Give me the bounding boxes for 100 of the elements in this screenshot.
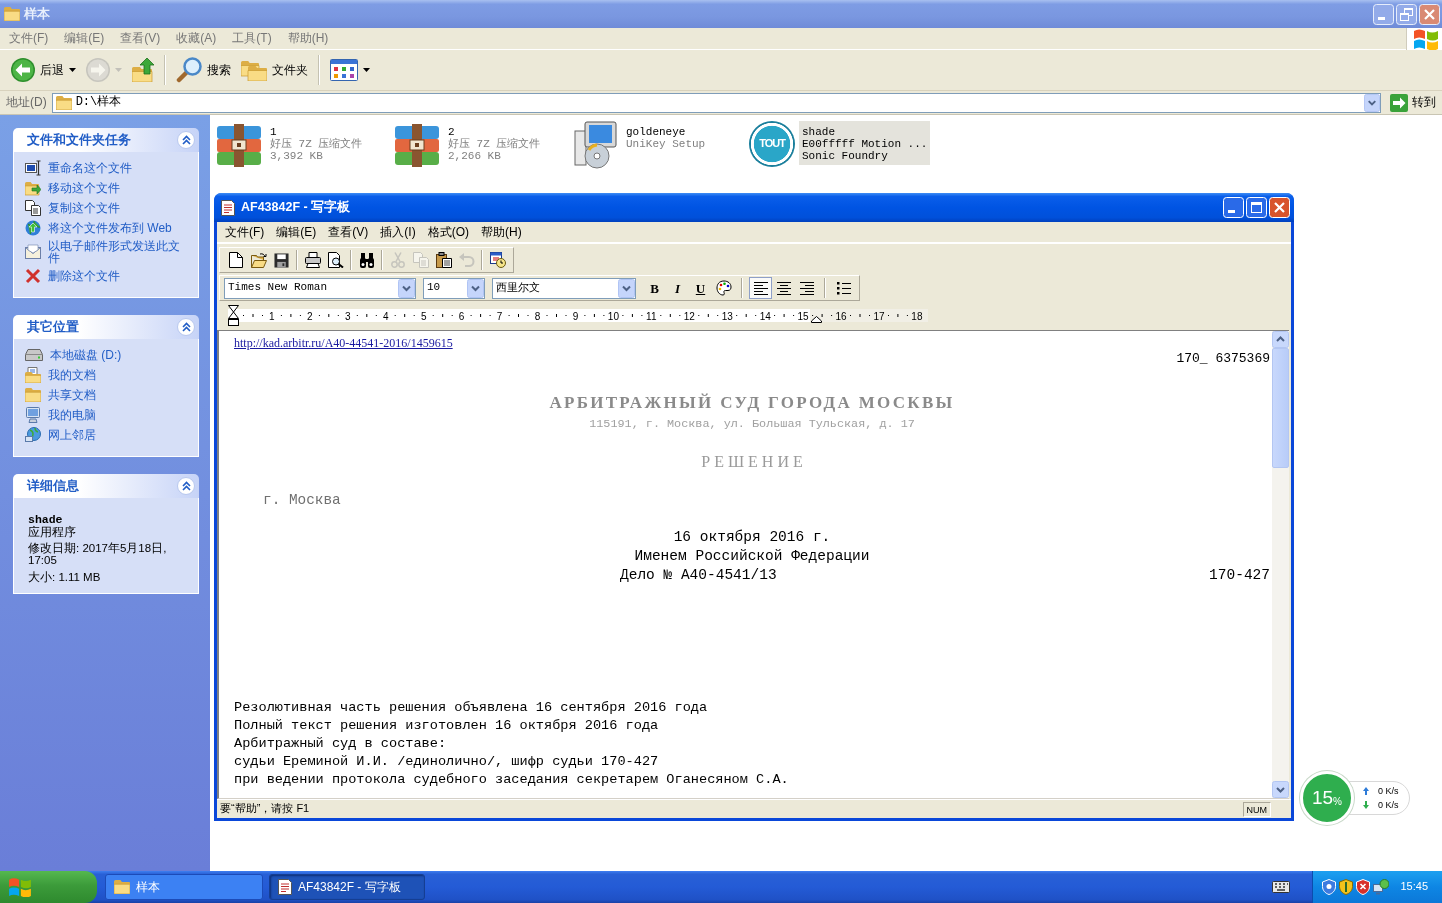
sidebar-link[interactable]: 网上邻居 bbox=[25, 425, 190, 445]
menu-item[interactable]: 文件(F) bbox=[219, 222, 271, 242]
menu-item[interactable]: 收藏(A) bbox=[168, 29, 225, 48]
collapse-button[interactable] bbox=[177, 477, 195, 495]
collapse-button[interactable] bbox=[177, 131, 195, 149]
ruler-number: 13 bbox=[721, 310, 733, 322]
sidebar-link[interactable]: 重命名这个文件 bbox=[25, 158, 190, 178]
file-item[interactable]: goldeneye UniKey Setup bbox=[571, 121, 709, 169]
menu-item[interactable]: 查看(V) bbox=[322, 222, 375, 242]
file-item[interactable]: 2 好压 7Z 压缩文件 2,266 KB bbox=[393, 121, 544, 169]
menu-item[interactable]: 插入(I) bbox=[374, 222, 422, 242]
ruler-number: 8 bbox=[534, 310, 541, 322]
globe-icon bbox=[25, 220, 41, 236]
menu-item[interactable]: 文件(F) bbox=[1, 29, 57, 48]
menu-item[interactable]: 帮助(H) bbox=[475, 222, 528, 242]
underline-button[interactable]: U bbox=[689, 277, 712, 299]
ruler-number: 10 bbox=[607, 310, 619, 322]
folder-icon bbox=[4, 7, 20, 21]
align-center-icon bbox=[775, 280, 792, 296]
case-number: Дело № А40-4541/13 bbox=[620, 566, 777, 585]
archive-icon bbox=[215, 121, 263, 169]
scroll-down-button[interactable] bbox=[1272, 781, 1289, 798]
document-line: Резолютивная часть решения объявлена 16 сентября 2016 года bbox=[234, 699, 708, 717]
network-icon bbox=[25, 427, 41, 443]
sidebar-link[interactable]: 共享文档 bbox=[25, 385, 190, 405]
palette-icon bbox=[715, 280, 732, 296]
copy-pages-icon bbox=[25, 200, 41, 216]
status-text: 要“帮助”，请按 F1 bbox=[220, 802, 310, 816]
font-dropdown[interactable]: Times New Roman bbox=[224, 277, 416, 299]
file-item[interactable]: 1 好压 7Z 压缩文件 3,392 KB bbox=[215, 121, 366, 169]
num-lock-indicator: NUM bbox=[1242, 801, 1271, 817]
menu-item[interactable]: 编辑(E) bbox=[56, 29, 113, 48]
document-line: судьи Ереминой И.И. /единолично/, шифр судьи 170-427 bbox=[234, 753, 659, 771]
menu-item[interactable]: 工具(T) bbox=[224, 29, 280, 48]
search-button[interactable]: 搜索 bbox=[171, 52, 236, 88]
sidebar-link[interactable]: 我的文档 bbox=[25, 365, 190, 385]
address-field[interactable]: D:\样本 bbox=[51, 92, 1381, 113]
sidebar-link[interactable]: 将这个文件发布到 Web bbox=[25, 218, 190, 238]
scroll-thumb[interactable] bbox=[1272, 348, 1289, 468]
ruler-number: 3 bbox=[345, 310, 351, 322]
script-dropdown[interactable]: 西里尔文 bbox=[492, 277, 636, 299]
new-document-icon bbox=[228, 252, 243, 268]
forward-arrow-icon bbox=[86, 58, 110, 82]
sidebar-link[interactable]: 以电子邮件形式发送此文件 bbox=[25, 238, 190, 266]
document-line: Именем Российской Федерации bbox=[634, 547, 870, 566]
shield-icon[interactable] bbox=[1339, 879, 1353, 895]
undo-arrow-icon bbox=[458, 253, 475, 267]
sidebar-link[interactable]: 复制这个文件 bbox=[25, 198, 190, 218]
menu-item[interactable]: 编辑(E) bbox=[270, 222, 323, 242]
sidebar-link[interactable]: 删除这个文件 bbox=[25, 266, 190, 286]
folder-icon bbox=[55, 95, 72, 110]
sidebar-link[interactable]: 本地磁盘 (D:) bbox=[25, 345, 190, 365]
ruler-number: 6 bbox=[458, 310, 465, 322]
maximize-button[interactable] bbox=[1246, 197, 1267, 218]
back-button[interactable]: 后退 bbox=[6, 52, 81, 88]
collapse-button[interactable] bbox=[177, 318, 195, 336]
move-folder-icon bbox=[25, 180, 41, 196]
taskbar-button[interactable]: AF43842F - 写字板 bbox=[269, 874, 425, 900]
folder-up-icon bbox=[132, 58, 154, 82]
file-type: 应用程序 bbox=[28, 526, 77, 538]
sidebar-link[interactable]: 我的电脑 bbox=[25, 405, 190, 425]
ruler-number: 11 bbox=[646, 310, 657, 322]
ruler-number: 12 bbox=[683, 310, 695, 322]
document-line: Полный текст решения изготовлен 16 октября 2016 года bbox=[234, 717, 659, 735]
bullet-list-icon bbox=[835, 281, 852, 295]
hyperlink[interactable]: http://kad.arbitr.ru/A40-44541-2016/1459615 bbox=[234, 335, 453, 351]
sidebar-link[interactable]: 移动这个文件 bbox=[25, 178, 190, 198]
taskbar-button[interactable]: 样本 bbox=[105, 874, 263, 900]
start-button[interactable] bbox=[0, 871, 97, 903]
menu-item[interactable]: 格式(O) bbox=[421, 222, 475, 242]
binoculars-icon bbox=[358, 252, 375, 268]
menu-item[interactable]: 查看(V) bbox=[112, 29, 169, 48]
calendar-clock-icon bbox=[489, 252, 506, 268]
scroll-up-button[interactable] bbox=[1272, 331, 1289, 348]
ruler-number: 18 bbox=[911, 310, 923, 322]
folders-button[interactable]: 文件夹 bbox=[236, 52, 313, 88]
left-indent-marker-icon[interactable] bbox=[228, 305, 239, 326]
font-size-dropdown[interactable]: 10 bbox=[423, 277, 485, 299]
go-button[interactable]: 转到 bbox=[1386, 93, 1440, 112]
network-icon[interactable] bbox=[1373, 879, 1389, 895]
upload-arrow-icon bbox=[1363, 787, 1369, 795]
collapse-chevron-icon bbox=[181, 481, 191, 491]
installer-icon bbox=[571, 121, 619, 169]
court-address: 115191, г. Москва, ул. Большая Тульская, д. 17 bbox=[589, 416, 915, 432]
ruler-number: 17 bbox=[873, 310, 885, 322]
keyboard-icon[interactable] bbox=[1272, 881, 1290, 893]
bold-button[interactable]: B bbox=[643, 277, 666, 299]
align-left-button[interactable] bbox=[749, 277, 772, 299]
place-name: г. Москва bbox=[263, 492, 341, 510]
menu-item[interactable]: 帮助(H) bbox=[279, 29, 337, 48]
close-button[interactable] bbox=[1419, 3, 1440, 25]
file-size: 大小: 1.11 MB bbox=[28, 571, 102, 583]
back-arrow-icon bbox=[11, 58, 35, 82]
folder-icon bbox=[25, 388, 41, 402]
ruler-number: 14 bbox=[759, 310, 771, 322]
download-arrow-icon bbox=[1363, 801, 1369, 809]
right-indent-marker-icon[interactable] bbox=[811, 316, 822, 323]
ruler-number: 16 bbox=[835, 310, 847, 322]
ruler-number: 9 bbox=[572, 310, 579, 322]
italic-button[interactable]: I bbox=[666, 277, 689, 299]
